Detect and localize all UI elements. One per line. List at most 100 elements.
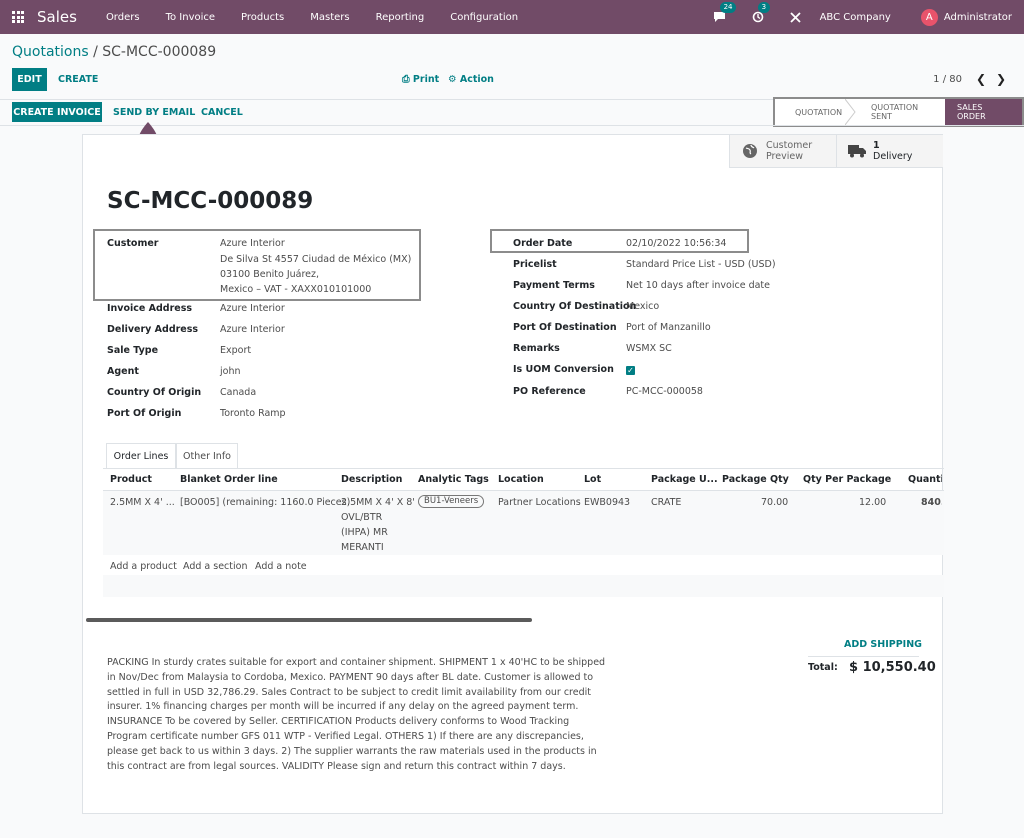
globe-icon <box>743 144 757 158</box>
pager-value[interactable]: 1 / 80 <box>933 74 962 85</box>
stage-sales-order[interactable]: SALES ORDER <box>945 99 1022 125</box>
agent-field[interactable]: john <box>220 364 241 380</box>
add-shipping-button[interactable]: ADD SHIPPING <box>844 639 922 650</box>
breadcrumb-quotations[interactable]: Quotations <box>12 44 89 60</box>
col-blanket-order-line[interactable]: Blanket Order line <box>180 474 278 485</box>
avatar[interactable]: A <box>920 8 938 26</box>
gear-icon: ⚙ <box>448 74 457 85</box>
horizontal-scrollbar[interactable] <box>86 618 532 622</box>
customer-preview-button[interactable]: Customer Preview <box>729 135 836 168</box>
stage-quotation-label: QUOTATION <box>795 107 843 117</box>
action-menu[interactable]: ⚙ Action <box>448 74 494 85</box>
port-origin-label: Port Of Origin <box>107 408 182 419</box>
address-line3: Mexico – VAT - XAXX010101000 <box>220 284 372 295</box>
payment-terms-field[interactable]: Net 10 days after invoice date <box>626 278 770 294</box>
messages-icon[interactable]: 24 <box>712 2 737 25</box>
tab-divider <box>103 468 944 469</box>
sale-type-field[interactable]: Export <box>220 343 251 359</box>
po-reference-field[interactable]: PC-MCC-000058 <box>626 384 703 400</box>
menu-products[interactable]: Products <box>228 12 297 23</box>
truck-icon <box>848 145 866 158</box>
country-origin-label: Country Of Origin <box>107 387 202 398</box>
pager-previous-icon[interactable]: ❮ <box>976 72 986 86</box>
customer-field[interactable]: Azure Interior <box>220 236 285 252</box>
uom-conversion-checkbox[interactable]: ✓ <box>626 366 635 375</box>
company-switcher[interactable]: ABC Company <box>820 12 891 23</box>
empty-row <box>103 575 944 597</box>
send-by-email-button[interactable]: SEND BY EMAIL <box>113 107 195 118</box>
activities-icon[interactable]: 3 <box>750 2 771 25</box>
stage-quotation-sent[interactable]: QUOTATION SENT <box>851 99 945 125</box>
stage-sales-order-label: SALES ORDER <box>957 103 986 121</box>
payment-terms-label: Payment Terms <box>513 280 595 291</box>
country-origin-field[interactable]: Canada <box>220 385 256 401</box>
add-note-link[interactable]: Add a note <box>255 559 307 574</box>
edit-button[interactable]: EDIT <box>12 68 47 91</box>
col-lot[interactable]: Lot <box>584 474 601 485</box>
menu-orders[interactable]: Orders <box>93 12 153 23</box>
add-section-link[interactable]: Add a section <box>183 559 247 574</box>
col-qty-per-package[interactable]: Qty Per Package <box>803 474 891 485</box>
row-description-2: OVL/BTR <box>341 512 383 523</box>
tools-icon[interactable] <box>788 9 804 25</box>
row-package-qty[interactable]: 70.00 <box>761 495 788 510</box>
total-label: Total: <box>808 662 838 673</box>
analytic-tag-badge: BU1-Veneers <box>418 495 485 508</box>
agent-label: Agent <box>107 366 139 377</box>
row-description-4: MERANTI <box>341 542 384 553</box>
port-origin-field[interactable]: Toronto Ramp <box>220 406 286 422</box>
row-lot[interactable]: EWB0943 <box>584 495 630 510</box>
tab-order-lines[interactable]: Order Lines <box>106 443 176 469</box>
col-package-uom[interactable]: Package U... <box>651 474 718 485</box>
print-menu[interactable]: ⎙ Print <box>402 74 439 85</box>
country-destination-label: Country Of Destination <box>513 301 637 312</box>
record-title: SC-MCC-000089 <box>107 188 314 214</box>
preview-line2: Preview <box>766 151 803 162</box>
row-quantity[interactable]: 840.0 <box>921 495 942 510</box>
app-name[interactable]: Sales <box>37 8 77 26</box>
row-qty-per-package[interactable]: 12.00 <box>859 495 886 510</box>
pager-next-icon[interactable]: ❯ <box>996 72 1006 86</box>
row-product[interactable]: 2.5MM X 4' ... <box>110 495 175 510</box>
col-analytic-tags[interactable]: Analytic Tags <box>418 474 489 485</box>
invoice-address-field[interactable]: Azure Interior <box>220 301 285 317</box>
tab-other-info[interactable]: Other Info <box>176 443 238 469</box>
sale-type-label: Sale Type <box>107 345 159 356</box>
remarks-label: Remarks <box>513 343 560 354</box>
remarks-field[interactable]: WSMX SC <box>626 341 672 357</box>
country-destination-field[interactable]: Mexico <box>626 299 659 315</box>
menu-configuration[interactable]: Configuration <box>437 12 531 23</box>
customer-label: Customer <box>107 238 159 249</box>
menu-reporting[interactable]: Reporting <box>363 12 438 23</box>
order-date-field[interactable]: 02/10/2022 10:56:34 <box>626 236 726 252</box>
delivery-button[interactable]: 1 Delivery <box>836 135 943 168</box>
top-navbar: Sales Orders To Invoice Products Masters… <box>0 0 1024 34</box>
port-destination-field[interactable]: Port of Manzanillo <box>626 320 711 336</box>
col-location[interactable]: Location <box>498 474 544 485</box>
stage-quotation[interactable]: QUOTATION <box>775 99 856 125</box>
invoice-address-label: Invoice Address <box>107 303 193 314</box>
address-line1: De Silva St 4557 Ciudad de México (MX) <box>220 254 412 265</box>
col-quantity[interactable]: Quantity <box>908 474 942 485</box>
cancel-button[interactable]: CANCEL <box>201 107 243 118</box>
create-button[interactable]: CREATE <box>58 74 98 85</box>
row-blanket-order[interactable]: [BO005] (remaining: 1160.0 Pieces) <box>180 495 350 510</box>
breadcrumb-separator: / <box>88 44 103 60</box>
col-product[interactable]: Product <box>110 474 152 485</box>
terms-and-conditions[interactable]: PACKING In sturdy crates suitable for ex… <box>107 656 607 774</box>
order-date-label: Order Date <box>513 238 573 249</box>
apps-menu-icon[interactable] <box>12 11 24 23</box>
menu-to-invoice[interactable]: To Invoice <box>153 12 228 23</box>
col-description[interactable]: Description <box>341 474 402 485</box>
uom-conversion-label: Is UOM Conversion <box>513 364 614 375</box>
user-name[interactable]: Administrator <box>944 12 1012 23</box>
delivery-address-field[interactable]: Azure Interior <box>220 322 285 338</box>
add-product-link[interactable]: Add a product <box>110 559 177 574</box>
row-package[interactable]: CRATE <box>651 495 681 510</box>
row-location[interactable]: Partner Locations <box>498 495 581 510</box>
create-invoice-button[interactable]: CREATE INVOICE <box>12 102 102 122</box>
col-package-qty[interactable]: Package Qty <box>722 474 789 485</box>
pricelist-field[interactable]: Standard Price List - USD (USD) <box>626 257 776 273</box>
status-bar: QUOTATION QUOTATION SENT SALES ORDER <box>773 97 1024 127</box>
menu-masters[interactable]: Masters <box>297 12 362 23</box>
